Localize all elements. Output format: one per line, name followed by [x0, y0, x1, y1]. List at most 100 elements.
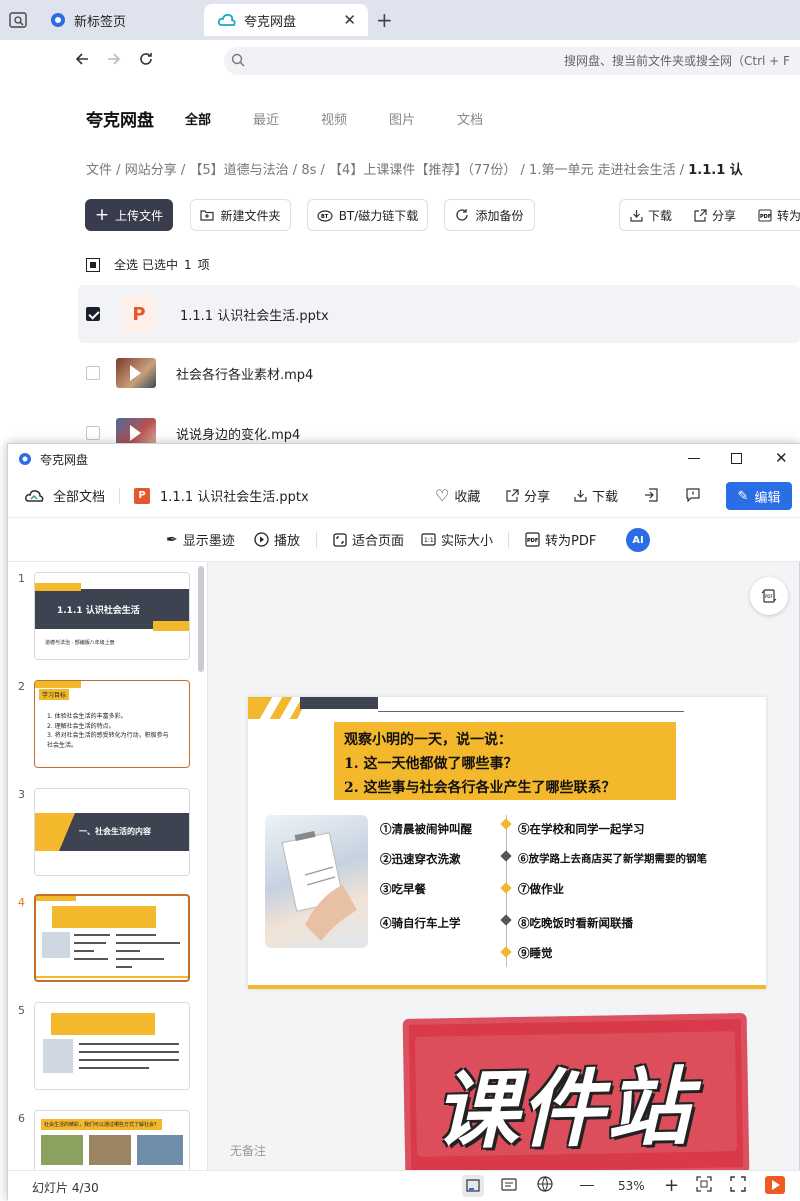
pdf-convert-icon: PDF	[525, 532, 540, 547]
favorite-button[interactable]: ♡ 收藏	[435, 486, 480, 505]
share-label: 分享	[712, 208, 737, 223]
crumb[interactable]: 8s	[301, 163, 316, 178]
slide-thumbnail-3[interactable]: 一、社会生活的内容	[34, 788, 190, 876]
add-backup-button[interactable]: 添加备份	[444, 199, 535, 231]
diamond-icon	[500, 914, 512, 926]
crumb[interactable]: 文件	[86, 163, 112, 178]
viewer-share-button[interactable]: 分享	[506, 486, 550, 505]
slide-thumbnail-5[interactable]	[34, 1002, 190, 1090]
crumb[interactable]: 1.第一单元 走进社会生活	[529, 163, 676, 178]
close-window-icon[interactable]: ✕	[775, 449, 788, 467]
ink-label: 显示墨迹	[182, 534, 235, 549]
thumb-title: 一、社会生活的内容	[79, 827, 151, 836]
fit-screen-icon[interactable]	[696, 1176, 712, 1195]
crumb-sep: /	[180, 163, 186, 178]
slide-thumbnail-1[interactable]: 1.1.1 认识社会生活 道德与法治 · 部编版八年级上册	[34, 572, 190, 660]
app-logo-icon	[19, 453, 31, 465]
crumb[interactable]: 网站分享	[125, 163, 177, 178]
selection-bar: 全选 已选中 1 项	[86, 256, 210, 273]
minimize-icon[interactable]	[688, 458, 700, 459]
normal-view-icon[interactable]	[462, 1175, 484, 1197]
play-button[interactable]: 播放	[254, 530, 300, 549]
cloud-logo-icon	[218, 13, 236, 26]
to-pdf-button[interactable]: PDF 转为PDF	[525, 530, 596, 549]
slide-item: ①清晨被闹钟叫醒	[380, 822, 472, 836]
web-view-icon[interactable]	[536, 1175, 554, 1196]
file-name[interactable]: 社会各行各业素材.mp4	[176, 364, 313, 383]
file-row[interactable]: P 1.1.1 认识社会生活.pptx	[78, 285, 800, 343]
upload-button[interactable]: + 上传文件	[85, 199, 173, 231]
actual-label: 实际大小	[441, 534, 494, 549]
open-external-icon[interactable]	[644, 488, 658, 506]
select-all-checkbox[interactable]	[86, 257, 100, 272]
tab-label: 夸克网盘	[244, 14, 297, 30]
breadcrumb: 文件 / 网站分享 / 【5】道德与法治 / 8s / 【4】上课课件【推荐】（…	[86, 159, 743, 178]
close-tab-icon[interactable]: ✕	[343, 11, 356, 29]
nav-doc[interactable]: 文档	[457, 109, 483, 128]
convert-button[interactable]: PDF 转为	[752, 207, 800, 224]
viewer-header: 全部文档 P 1.1.1 认识社会生活.pptx ♡ 收藏 分享 下载 ✎ 编辑	[8, 474, 800, 518]
feedback-icon[interactable]	[686, 488, 700, 506]
all-documents-link[interactable]: 全部文档	[53, 486, 105, 505]
row-checkbox[interactable]	[86, 426, 100, 440]
zoom-out-icon[interactable]	[580, 1185, 594, 1187]
sidebar-toggle-icon[interactable]	[8, 10, 28, 30]
crumb[interactable]: 【4】上课课件【推荐】（77份）	[329, 163, 516, 178]
file-name[interactable]: 1.1.1 认识社会生活.pptx	[180, 305, 329, 324]
favorite-label: 收藏	[454, 490, 481, 505]
row-checkbox[interactable]	[86, 366, 100, 380]
thumb-title: 1.1.1 认识社会生活	[57, 606, 140, 616]
download-button[interactable]: 下载	[620, 207, 688, 224]
share-button[interactable]: 分享	[688, 207, 752, 224]
actual-size-button[interactable]: 1:1 实际大小	[421, 530, 493, 549]
ai-assistant-icon[interactable]: AI	[626, 528, 650, 552]
nav-image[interactable]: 图片	[389, 109, 415, 128]
fit-page-button[interactable]: 适合页面	[333, 530, 404, 549]
viewer-toolbar: ✒ 显示墨迹 播放 适合页面 1:1 实际大小 PDF 转为PDF AI	[8, 518, 800, 562]
fullscreen-icon[interactable]	[730, 1176, 746, 1195]
tab-new-tab[interactable]: 新标签页	[40, 4, 200, 36]
nav-all[interactable]: 全部	[185, 109, 211, 128]
show-ink-button[interactable]: ✒ 显示墨迹	[166, 530, 235, 550]
forward-icon[interactable]	[106, 51, 122, 71]
back-icon[interactable]	[74, 51, 90, 71]
bt-download-button[interactable]: BT BT/磁力链下载	[307, 199, 428, 231]
toolbar-divider	[508, 532, 509, 548]
tab-quark-drive[interactable]: 夸克网盘 ✕	[204, 4, 368, 36]
diamond-icon	[500, 946, 512, 958]
nav-recent[interactable]: 最近	[253, 109, 279, 128]
slideshow-play-icon[interactable]	[765, 1176, 785, 1194]
svg-text:PDF: PDF	[765, 594, 773, 599]
watermark-stamp: 课件站	[402, 1013, 750, 1179]
new-folder-button[interactable]: 新建文件夹	[190, 199, 291, 231]
notes-view-icon[interactable]	[500, 1175, 518, 1196]
zoom-level[interactable]: 53%	[618, 1179, 645, 1193]
select-all-label[interactable]: 全选	[114, 256, 138, 273]
viewer-titlebar: 夸克网盘 ✕	[8, 444, 800, 474]
file-row[interactable]: 社会各行各业素材.mp4	[78, 344, 800, 402]
nav-video[interactable]: 视频	[321, 109, 347, 128]
current-slide: 观察小明的一天，说一说： 1. 这一天他都做了哪些事？ 2. 这些事与社会各行各…	[248, 697, 766, 989]
address-bar[interactable]: 搜网盘、搜当前文件夹或搜全网（Ctrl + F	[224, 47, 800, 75]
document-viewer-window: 夸克网盘 ✕ 全部文档 P 1.1.1 认识社会生活.pptx ♡ 收藏 分享 下…	[7, 443, 800, 1201]
edit-button[interactable]: ✎ 编辑	[726, 482, 792, 510]
file-name[interactable]: 说说身边的变化.mp4	[176, 424, 300, 443]
maximize-icon[interactable]	[731, 453, 742, 464]
crumb-sep: /	[679, 163, 685, 178]
convert-pdf-float-icon[interactable]: PDF	[750, 577, 788, 615]
slide-thumbnail-6[interactable]: 社会生活的精彩，我们可以通过哪些方式了解社会？	[34, 1110, 190, 1170]
folder-plus-icon	[200, 210, 215, 221]
slide-thumbnail-2[interactable]: 学习目标 1. 体验社会生活的丰富多彩。 2. 理解社会生活的特点。 3. 将对…	[34, 680, 190, 768]
row-checkbox[interactable]	[86, 307, 100, 321]
slide-thumbnail-4[interactable]	[34, 894, 190, 982]
reload-icon[interactable]	[138, 51, 154, 71]
slide-title-box: 观察小明的一天，说一说： 1. 这一天他都做了哪些事？ 2. 这些事与社会各行各…	[334, 722, 676, 800]
viewer-download-button[interactable]: 下载	[574, 486, 618, 505]
thumbnail-scrollbar[interactable]	[198, 566, 204, 672]
new-tab-icon[interactable]: +	[376, 8, 393, 32]
zoom-in-icon[interactable]: +	[664, 1175, 679, 1196]
slide-number: 1	[18, 572, 25, 585]
notes-placeholder[interactable]: 无备注	[230, 1142, 266, 1159]
slide-number-current: 4	[18, 896, 25, 909]
crumb[interactable]: 【5】道德与法治	[189, 163, 288, 178]
